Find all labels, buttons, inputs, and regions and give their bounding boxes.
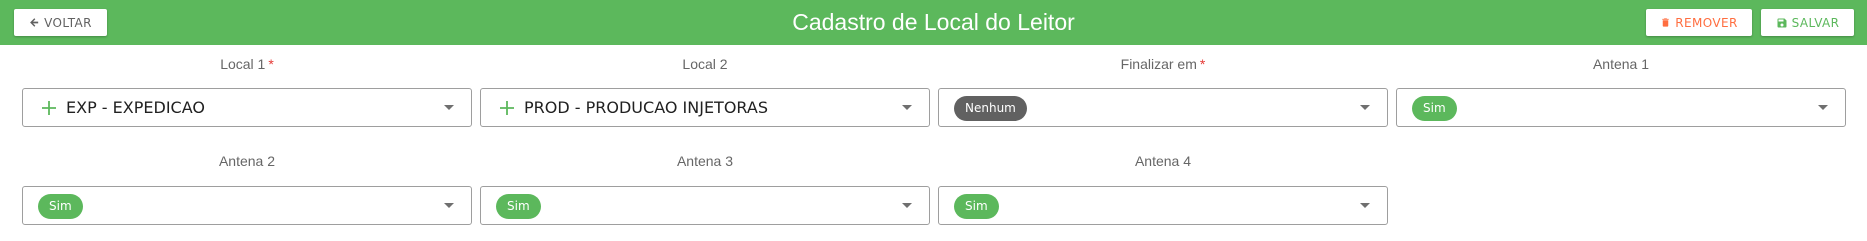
antena3-chip: Sim: [496, 194, 541, 219]
antena2-select[interactable]: Sim: [22, 186, 472, 225]
arrow-left-icon: [30, 18, 39, 27]
local1-label: Local 1 *: [220, 56, 274, 72]
antena4-chip: Sim: [954, 194, 999, 219]
dropdown-caret-icon: [444, 105, 454, 110]
antena4-select[interactable]: Sim: [938, 186, 1388, 225]
remove-button[interactable]: REMOVER: [1646, 9, 1752, 36]
antena3-label: Antena 3: [676, 153, 734, 169]
plus-icon: [42, 101, 56, 115]
antena2-chip: Sim: [38, 194, 83, 219]
dropdown-caret-icon: [902, 203, 912, 208]
save-button-label: SALVAR: [1791, 15, 1840, 30]
local2-label: Local 2: [682, 56, 728, 72]
antena1-chip: Sim: [1412, 96, 1457, 121]
page-title: Cadastro de Local do Leitor: [792, 9, 1075, 35]
floppy-disk-icon: [1777, 18, 1787, 27]
dropdown-caret-icon: [1360, 105, 1370, 110]
dropdown-caret-icon: [1818, 105, 1828, 110]
antena4-label: Antena 4: [1134, 153, 1192, 169]
local1-select[interactable]: EXP - EXPEDICAO: [22, 88, 472, 127]
remove-button-label: REMOVER: [1675, 15, 1738, 30]
finalizar-label: Finalizar em *: [1120, 56, 1206, 72]
antena1-select[interactable]: Sim: [1396, 88, 1846, 127]
antena1-label: Antena 1: [1592, 56, 1650, 72]
plus-icon: [500, 101, 514, 115]
local2-value: PROD - PRODUCAO INJETORAS: [524, 98, 768, 117]
local1-value: EXP - EXPEDICAO: [66, 98, 205, 117]
dropdown-caret-icon: [444, 203, 454, 208]
finalizar-chip: Nenhum: [954, 96, 1027, 121]
trash-icon: [1662, 18, 1669, 27]
save-button[interactable]: SALVAR: [1761, 9, 1854, 36]
back-button[interactable]: VOLTAR: [14, 9, 107, 36]
required-marker: *: [1199, 56, 1206, 72]
back-button-label: VOLTAR: [44, 15, 92, 30]
local2-select[interactable]: PROD - PRODUCAO INJETORAS: [480, 88, 930, 127]
antena2-label: Antena 2: [218, 153, 276, 169]
dropdown-caret-icon: [902, 105, 912, 110]
finalizar-select[interactable]: Nenhum: [938, 88, 1388, 127]
required-marker: *: [268, 56, 274, 72]
dropdown-caret-icon: [1360, 203, 1370, 208]
antena3-select[interactable]: Sim: [480, 186, 930, 225]
